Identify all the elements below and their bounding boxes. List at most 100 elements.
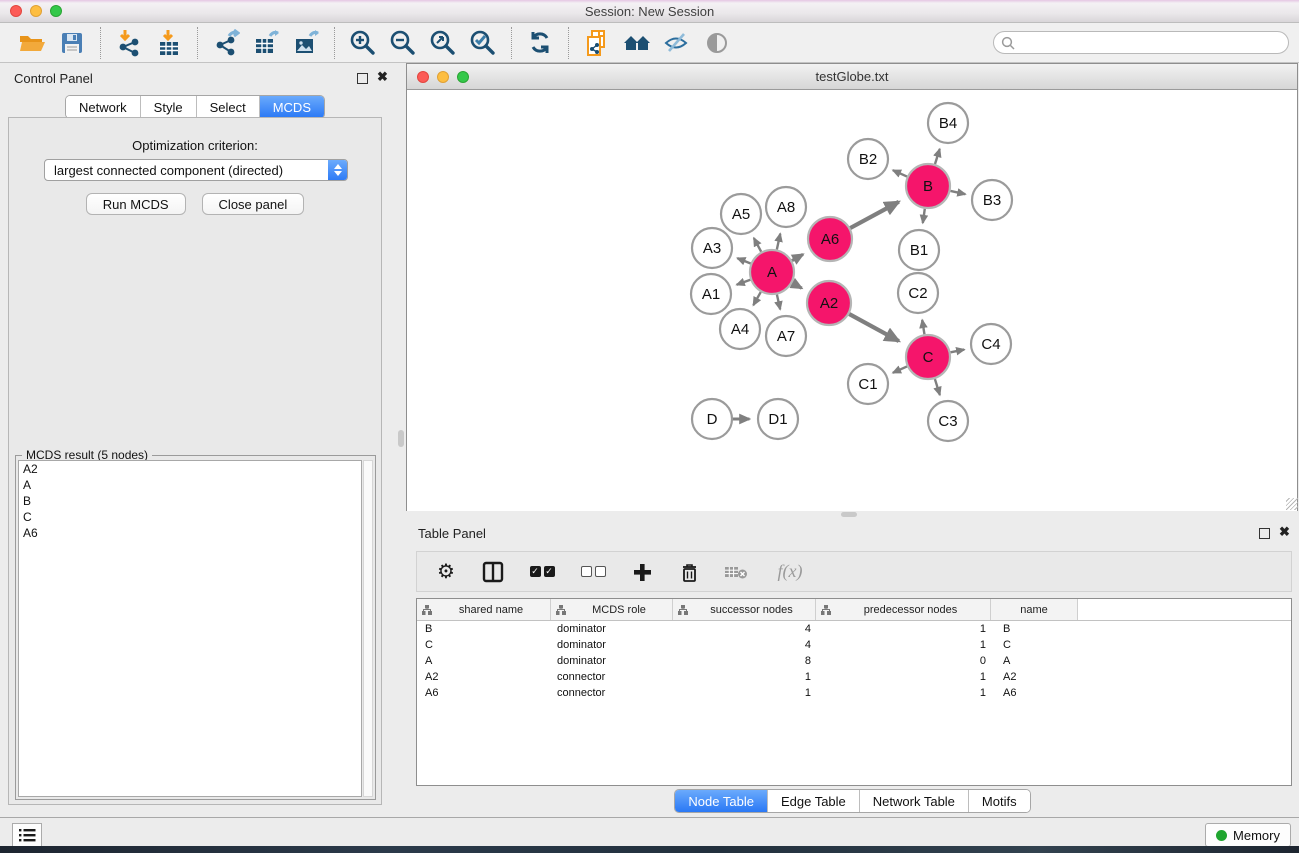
- mcds-result-item[interactable]: C: [19, 509, 361, 525]
- home-view-icon[interactable]: [620, 27, 654, 59]
- graph-node-B1[interactable]: B1: [899, 230, 939, 270]
- window-resize-grip[interactable]: [1286, 498, 1298, 510]
- close-panel-button[interactable]: Close panel: [202, 193, 305, 215]
- graph-node-D[interactable]: D: [692, 399, 732, 439]
- hide-details-eye-icon[interactable]: [660, 27, 694, 59]
- memory-button[interactable]: Memory: [1205, 823, 1291, 847]
- column-header-name[interactable]: name: [991, 599, 1078, 620]
- column-header-successor-nodes[interactable]: successor nodes: [673, 599, 816, 620]
- tab-motifs[interactable]: Motifs: [968, 790, 1030, 812]
- graph-node-B[interactable]: B: [906, 164, 950, 208]
- column-header-predecessor-nodes[interactable]: predecessor nodes: [816, 599, 991, 620]
- tab-edge-table[interactable]: Edge Table: [767, 790, 859, 812]
- close-table-panel-icon[interactable]: ✖: [1279, 524, 1290, 540]
- clone-network-icon[interactable]: [580, 27, 614, 59]
- import-table-icon[interactable]: [152, 27, 186, 59]
- network-vertical-scroll-thumb[interactable]: [398, 430, 404, 447]
- export-network-icon[interactable]: [209, 27, 243, 59]
- node-table[interactable]: shared nameMCDS rolesuccessor nodesprede…: [416, 598, 1292, 786]
- open-session-icon[interactable]: [15, 27, 49, 59]
- network-horizontal-scroll-thumb[interactable]: [841, 512, 857, 517]
- graph-node-B2[interactable]: B2: [848, 139, 888, 179]
- graph-edge-C-C4[interactable]: [951, 350, 965, 353]
- graph-edge-A2-C[interactable]: [849, 314, 899, 341]
- graph-node-A[interactable]: A: [750, 250, 794, 294]
- graph-node-C4[interactable]: C4: [971, 324, 1011, 364]
- graph-edge-A-A7[interactable]: [777, 294, 780, 309]
- save-session-icon[interactable]: [55, 27, 89, 59]
- column-header-shared-name[interactable]: shared name: [417, 599, 551, 620]
- graph-node-D1[interactable]: D1: [758, 399, 798, 439]
- table-settings-icon[interactable]: ⚙: [433, 559, 459, 585]
- graph-edge-B-B2[interactable]: [893, 170, 907, 176]
- graph-node-A3[interactable]: A3: [692, 228, 732, 268]
- graph-node-A2[interactable]: A2: [807, 281, 851, 325]
- graph-node-A1[interactable]: A1: [691, 274, 731, 314]
- add-column-icon[interactable]: [629, 559, 655, 585]
- graph-node-A6[interactable]: A6: [808, 217, 852, 261]
- graph-edge-A-A4[interactable]: [753, 292, 760, 305]
- select-all-checks-icon[interactable]: ✓✓: [527, 559, 557, 585]
- search-field[interactable]: [993, 31, 1289, 54]
- close-panel-icon[interactable]: ✖: [377, 69, 388, 85]
- run-mcds-button[interactable]: Run MCDS: [86, 193, 186, 215]
- mcds-result-item[interactable]: A2: [19, 461, 361, 477]
- graph-edge-A-A3[interactable]: [737, 258, 750, 263]
- graph-edge-C-C2[interactable]: [922, 320, 924, 334]
- graph-edge-C-C1[interactable]: [893, 366, 907, 372]
- graph-edge-B-B4[interactable]: [935, 149, 940, 164]
- graph-node-C1[interactable]: C1: [848, 364, 888, 404]
- float-panel-icon[interactable]: [357, 73, 368, 84]
- float-table-panel-icon[interactable]: [1259, 528, 1270, 539]
- tab-node-table[interactable]: Node Table: [675, 790, 767, 812]
- graph-node-A5[interactable]: A5: [721, 194, 761, 234]
- graph-node-A4[interactable]: A4: [720, 309, 760, 349]
- graph-node-B4[interactable]: B4: [928, 103, 968, 143]
- graph-edge-A-A5[interactable]: [754, 238, 761, 252]
- network-canvas[interactable]: A A1 A2 A3 A4 A5 A6 A7 A8 B B1 B2 B3B4 C C1 C2 C3C4 D D1: [407, 90, 1297, 511]
- graph-edge-B-B3[interactable]: [950, 191, 965, 194]
- zoom-fit-icon[interactable]: [426, 27, 460, 59]
- graph-node-C2[interactable]: C2: [898, 273, 938, 313]
- optimization-dropdown[interactable]: largest connected component (directed): [44, 159, 348, 181]
- table-row[interactable]: Bdominator41B: [417, 621, 1291, 637]
- graph-edge-A-A2[interactable]: [792, 283, 802, 288]
- search-input[interactable]: [1019, 33, 1288, 53]
- graph-edge-A-A6[interactable]: [792, 254, 803, 260]
- graph-edge-A-A8[interactable]: [777, 234, 780, 250]
- graph-node-C3[interactable]: C3: [928, 401, 968, 441]
- tab-network[interactable]: Network: [66, 96, 140, 118]
- graph-edge-B-B1[interactable]: [923, 209, 925, 223]
- task-history-button[interactable]: [12, 823, 42, 847]
- table-row[interactable]: A6connector11A6: [417, 685, 1291, 701]
- tab-network-table[interactable]: Network Table: [859, 790, 968, 812]
- table-row[interactable]: Cdominator41C: [417, 637, 1291, 653]
- network-window-titlebar[interactable]: testGlobe.txt: [407, 64, 1297, 90]
- mcds-result-item[interactable]: A: [19, 477, 361, 493]
- table-row[interactable]: Adominator80A: [417, 653, 1291, 669]
- graph-edge-A6-B[interactable]: [850, 202, 899, 228]
- mcds-result-list[interactable]: A2ABCA6: [18, 460, 362, 797]
- deselect-all-checks-icon[interactable]: [578, 559, 608, 585]
- table-row[interactable]: A2connector11A2: [417, 669, 1291, 685]
- tab-style[interactable]: Style: [140, 96, 196, 118]
- zoom-selected-icon[interactable]: [466, 27, 500, 59]
- export-image-icon[interactable]: [289, 27, 323, 59]
- tab-mcds[interactable]: MCDS: [259, 96, 324, 118]
- column-layout-icon[interactable]: [480, 559, 506, 585]
- tab-select[interactable]: Select: [196, 96, 259, 118]
- export-table-icon[interactable]: [249, 27, 283, 59]
- result-scrollbar[interactable]: [363, 460, 373, 797]
- graph-node-A8[interactable]: A8: [766, 187, 806, 227]
- graph-edge-C-C3[interactable]: [935, 379, 940, 395]
- import-network-icon[interactable]: [112, 27, 146, 59]
- graph-edge-A-A1[interactable]: [737, 280, 751, 285]
- mcds-result-item[interactable]: B: [19, 493, 361, 509]
- show-details-eye-icon[interactable]: [700, 27, 734, 59]
- zoom-out-icon[interactable]: [386, 27, 420, 59]
- apply-layout-icon[interactable]: [523, 27, 557, 59]
- graph-node-B3[interactable]: B3: [972, 180, 1012, 220]
- graph-node-A7[interactable]: A7: [766, 316, 806, 356]
- graph-node-C[interactable]: C: [906, 335, 950, 379]
- zoom-in-icon[interactable]: [346, 27, 380, 59]
